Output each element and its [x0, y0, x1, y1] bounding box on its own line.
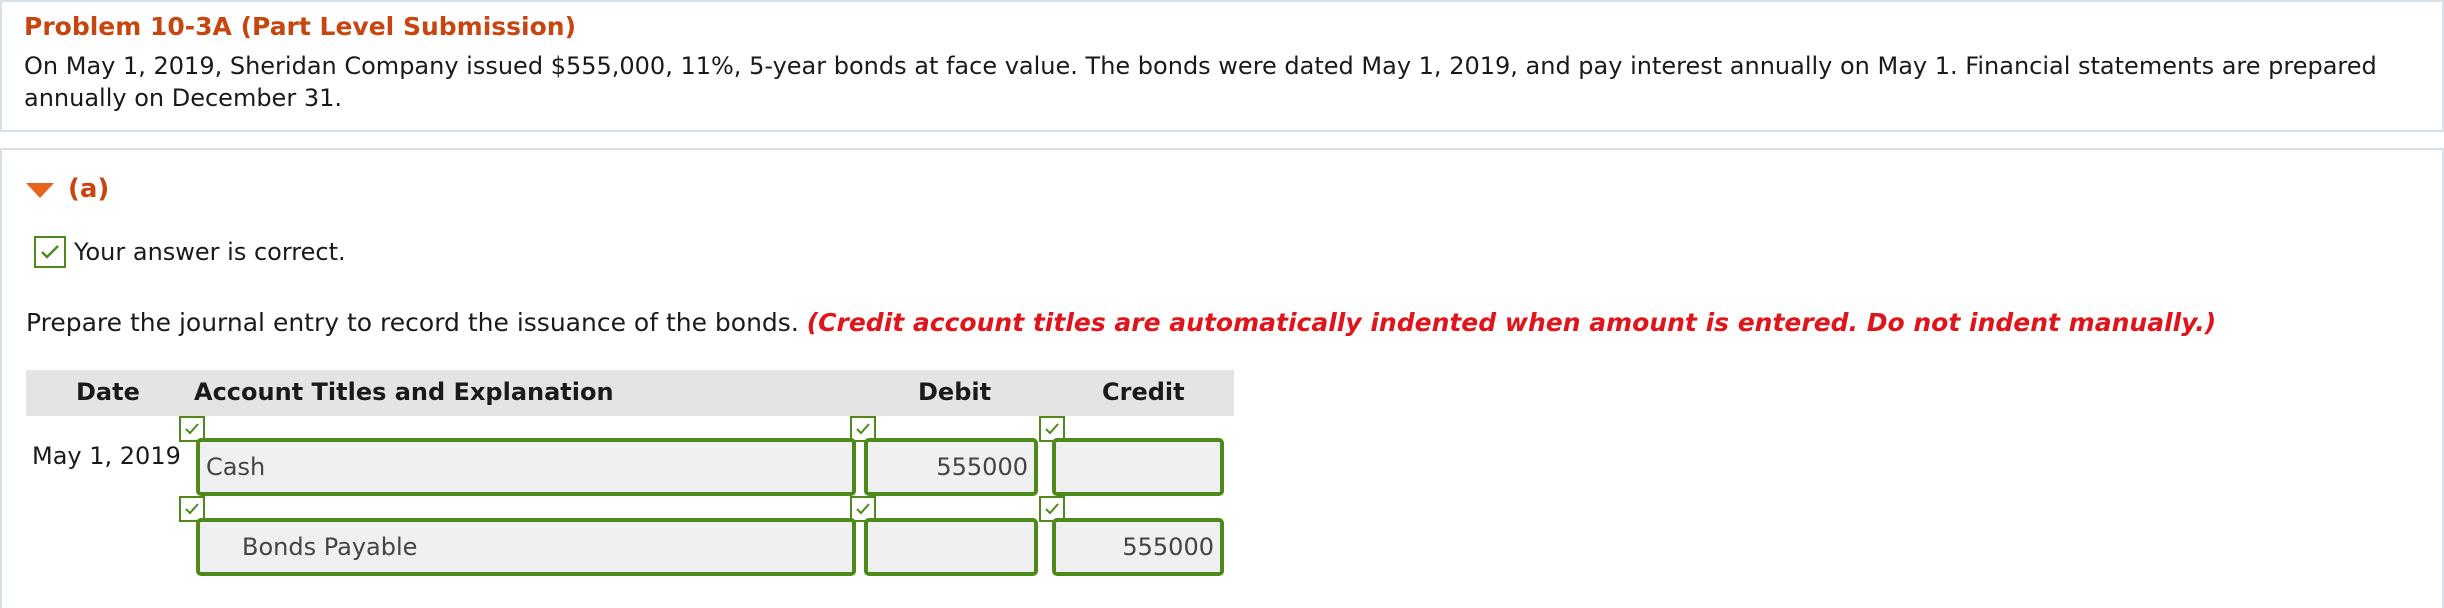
- problem-panel: Problem 10-3A (Part Level Submission) On…: [0, 0, 2444, 132]
- account-input[interactable]: Cash: [196, 438, 856, 496]
- answer-status: Your answer is correct.: [34, 236, 346, 268]
- header-debit: Debit: [918, 378, 992, 406]
- part-a-panel: (a) Your answer is correct. Prepare the …: [0, 148, 2444, 608]
- header-credit: Credit: [1102, 378, 1185, 406]
- account-input[interactable]: Bonds Payable: [196, 518, 856, 576]
- instruction-note: (Credit account titles are automatically…: [806, 308, 2217, 337]
- row-date: May 1, 2019: [32, 442, 181, 470]
- debit-input[interactable]: [864, 518, 1038, 576]
- instruction-text: Prepare the journal entry to record the …: [26, 308, 2216, 337]
- problem-title: Problem 10-3A (Part Level Submission): [24, 12, 577, 41]
- part-label[interactable]: (a): [68, 174, 109, 204]
- instruction-main: Prepare the journal entry to record the …: [26, 308, 799, 337]
- status-text: Your answer is correct.: [74, 238, 346, 266]
- credit-input[interactable]: 555000: [1052, 518, 1224, 576]
- credit-input[interactable]: [1052, 438, 1224, 496]
- table-header: Date Account Titles and Explanation Debi…: [26, 370, 1234, 416]
- problem-statement: On May 1, 2019, Sheridan Company issued …: [24, 52, 2377, 112]
- debit-input[interactable]: 555000: [864, 438, 1038, 496]
- header-account: Account Titles and Explanation: [194, 378, 614, 406]
- collapse-triangle-icon[interactable]: [26, 182, 54, 198]
- part-a-toggle[interactable]: (a): [26, 172, 109, 206]
- header-date: Date: [76, 378, 140, 406]
- checkmark-icon: [34, 236, 66, 268]
